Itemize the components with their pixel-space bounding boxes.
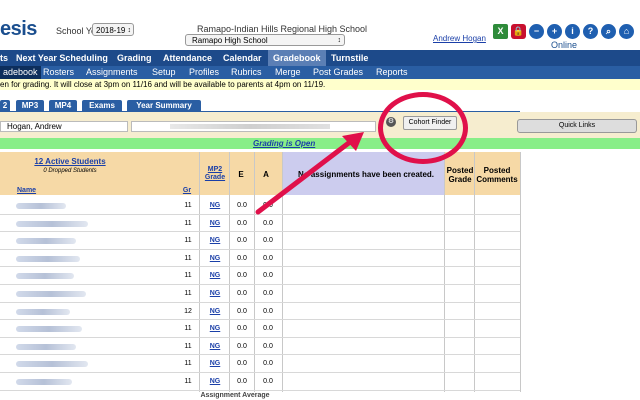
arrow-shaft bbox=[255, 139, 353, 215]
annotation-arrow bbox=[255, 132, 364, 215]
